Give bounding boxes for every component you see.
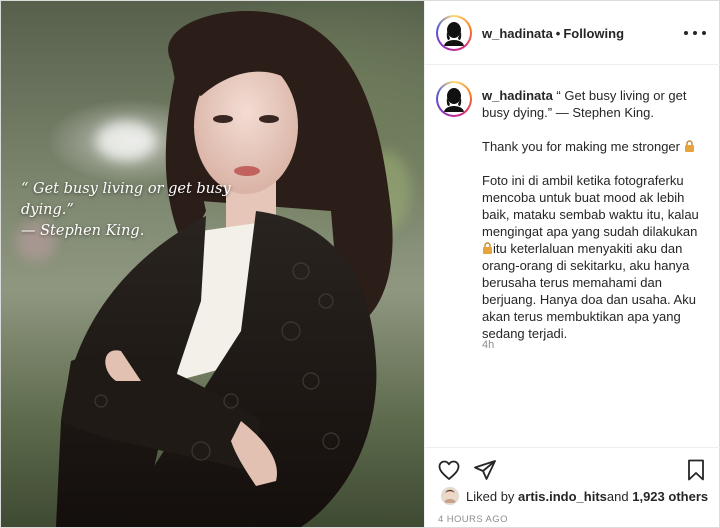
lock-icon (483, 242, 492, 254)
caption-username-link[interactable]: w_hadinata (482, 88, 553, 103)
more-dot (702, 31, 706, 35)
image-quote-line1: “ Get busy living or get busy dying.” (21, 181, 231, 218)
like-button[interactable] (437, 458, 461, 482)
more-horizontal-icon (684, 31, 688, 35)
share-button[interactable] (473, 458, 497, 482)
header-username-row: w_hadinata • Following (482, 26, 624, 41)
author-avatar-silhouette-icon (444, 22, 464, 46)
following-button[interactable]: Following (563, 26, 624, 41)
caption-story-text-1: Foto ini di ambil ketika fotograferku me… (482, 173, 699, 239)
liker-avatar[interactable] (441, 487, 459, 505)
likes-summary: Liked by artis.indo_hits and 1,923 other… (441, 487, 708, 505)
caption-story-text-2: itu keterlaluan menyakiti aku dan orang-… (482, 241, 696, 341)
caption-timestamp[interactable]: 4h (482, 339, 494, 351)
post-timestamp[interactable]: 4 HOURS AGO (438, 514, 508, 525)
likes-prefix: Liked by (466, 488, 515, 504)
send-icon (474, 460, 496, 480)
caption-thanks-text: Thank you for making me stronger (482, 139, 680, 154)
post-photo[interactable]: “ Get busy living or get busy dying.” — … (1, 1, 424, 527)
likes-count-link[interactable]: 1,923 others (632, 489, 708, 504)
post-header: w_hadinata • Following (425, 1, 720, 65)
post-actions-bar (425, 447, 720, 487)
save-button[interactable] (684, 458, 708, 482)
caption-author-avatar[interactable] (436, 81, 472, 117)
more-dot (693, 31, 697, 35)
caption-avatar-silhouette-icon (444, 88, 464, 112)
author-avatar[interactable] (436, 15, 472, 51)
liker-username-link[interactable]: artis.indo_hits (518, 489, 607, 504)
bookmark-icon (688, 459, 704, 481)
post-caption: w_hadinata “ Get busy living or get busy… (482, 87, 704, 342)
post-side-panel: w_hadinata • Following w_hadinata “ Get bu… (424, 1, 720, 527)
header-separator: • (555, 26, 561, 41)
lock-icon (684, 140, 694, 152)
likes-middle: and (606, 488, 629, 504)
image-quote-overlay: “ Get busy living or get busy dying.” — … (21, 179, 251, 242)
header-username-link[interactable]: w_hadinata (482, 26, 553, 41)
liker-avatar-icon (443, 489, 457, 503)
woman-figure (56, 10, 393, 527)
heart-icon (438, 460, 460, 480)
more-options-button[interactable] (684, 25, 706, 41)
image-quote-line2: — Stephen King. (21, 223, 145, 239)
